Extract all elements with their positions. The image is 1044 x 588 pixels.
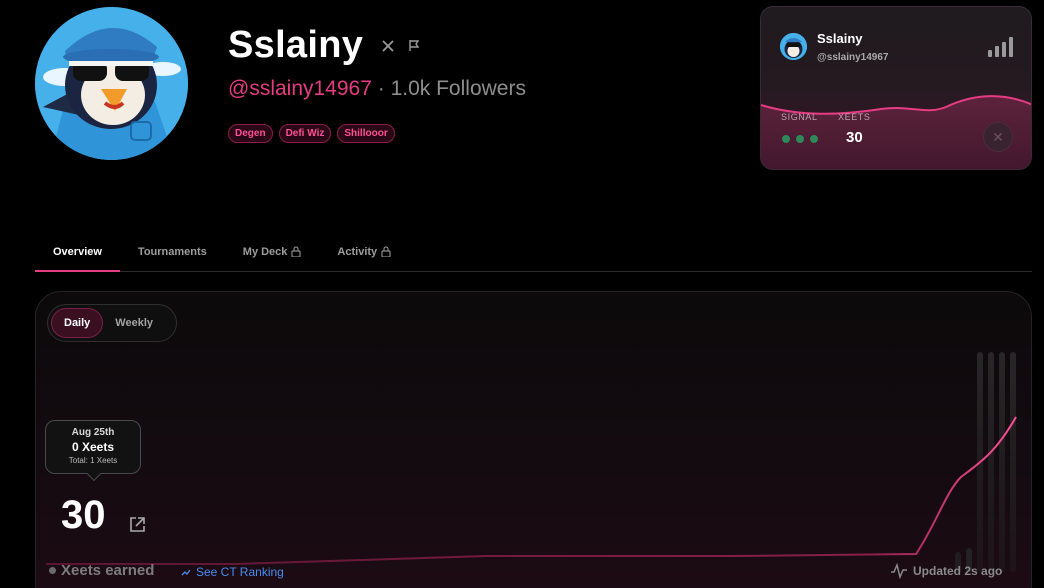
followers-count: · 1.0k Followers (377, 77, 526, 100)
toggle-daily[interactable]: Daily (51, 308, 104, 338)
pulse-icon (891, 563, 907, 579)
profile-name-row: Sslainy (228, 24, 420, 67)
xeets-total: 30 (61, 493, 106, 537)
signal-bars-icon (988, 37, 1013, 57)
period-toggle: Daily Weekly (47, 304, 177, 342)
xeets-chart-panel: Daily Weekly Aug 25th 0 Xeets Total: 1 X… (35, 291, 1032, 588)
xeets-chart (46, 352, 1017, 572)
flag-icon[interactable] (408, 39, 420, 52)
toggle-weekly[interactable]: Weekly (103, 308, 165, 338)
chart-bar (988, 352, 994, 572)
card-handle: @sslainy14967 (817, 52, 889, 63)
signal-dot (810, 135, 818, 143)
tab-label: Activity (337, 246, 378, 258)
signal-dot (796, 135, 804, 143)
badge-degen: Degen (228, 124, 273, 143)
profile-tabs: Overview Tournaments My Deck Activity (35, 236, 1032, 272)
profile-handle-row: @sslainy14967 · 1.0k Followers (228, 77, 526, 101)
lock-icon (291, 246, 302, 257)
chart-bar (999, 352, 1005, 572)
xeets-label: XEETS (838, 112, 871, 122)
signal-dot (782, 135, 790, 143)
profile-card[interactable]: Sslainy @sslainy14967 SIGNAL XEETS 30 ✕ (760, 6, 1032, 170)
xeets-earned-label: Xeets earned (49, 562, 154, 579)
profile-name: Sslainy (228, 24, 364, 66)
updated-text: Updated 2s ago (913, 564, 1003, 578)
card-xeets-value: 30 (846, 129, 863, 146)
card-name: Sslainy (817, 31, 863, 46)
tab-label: My Deck (242, 246, 288, 258)
tooltip-date: Aug 25th (71, 427, 115, 438)
chart-bar (1010, 352, 1016, 572)
tab-label: Tournaments (137, 246, 207, 258)
profile-avatar (35, 7, 188, 160)
chart-bars (955, 352, 1016, 572)
tab-label: Overview (53, 246, 102, 258)
tab-activity[interactable]: Activity (319, 236, 409, 272)
legend-dot (49, 567, 56, 574)
profile-handle[interactable]: @sslainy14967 (228, 77, 372, 100)
xeets-earned-text: Xeets earned (61, 562, 155, 579)
tab-overview[interactable]: Overview (35, 236, 120, 272)
tooltip-total: Total: 1 Xeets (68, 456, 118, 465)
x-logo-icon[interactable] (381, 39, 395, 53)
external-link-icon[interactable] (129, 516, 146, 538)
signal-dots (782, 135, 818, 143)
tab-tournaments[interactable]: Tournaments (120, 236, 225, 272)
card-logo-icon: ✕ (983, 122, 1013, 152)
badge-shillooor: Shillooor (337, 124, 395, 143)
card-avatar (780, 33, 807, 60)
ct-ranking-link[interactable]: See CT Ranking (181, 565, 284, 579)
updated-status: Updated 2s ago (890, 563, 1002, 579)
chart-tooltip: Aug 25th 0 Xeets Total: 1 Xeets (45, 420, 141, 474)
tooltip-value: 0 Xeets (71, 440, 115, 454)
trend-icon (181, 569, 191, 576)
lock-icon (381, 246, 391, 257)
signal-label: SIGNAL (781, 112, 818, 122)
ct-ranking-text: See CT Ranking (196, 565, 284, 579)
tab-my-deck[interactable]: My Deck (225, 236, 320, 272)
chart-line (46, 416, 1017, 565)
profile-badges: Degen Defi Wiz Shillooor (228, 124, 395, 143)
badge-defi-wiz: Defi Wiz (278, 124, 332, 143)
